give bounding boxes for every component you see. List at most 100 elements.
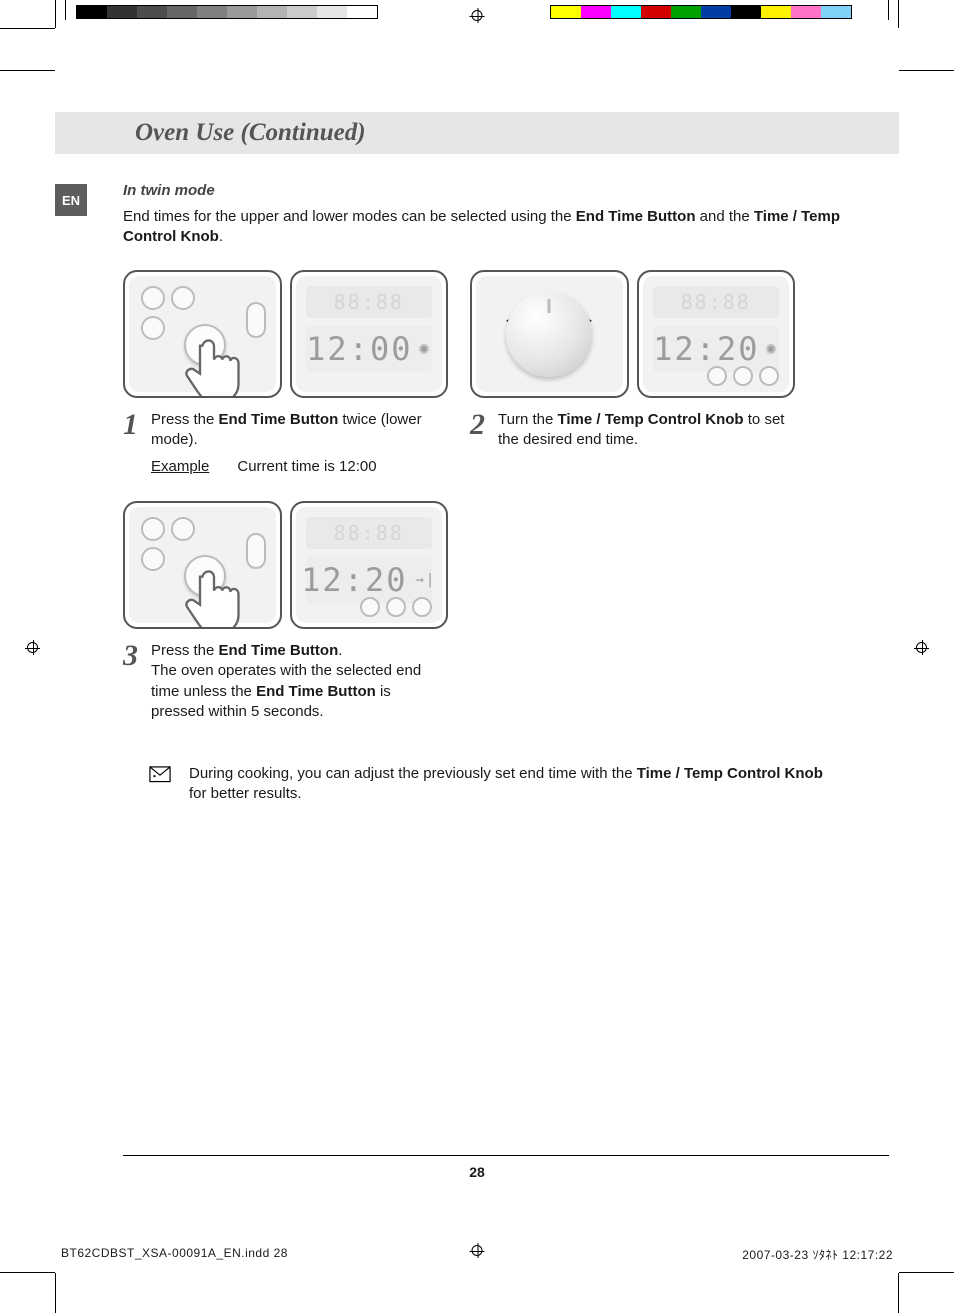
display-secondary: 88:88	[653, 286, 780, 318]
crop-mark	[898, 1273, 899, 1313]
step-number: 1	[123, 410, 151, 451]
press-button-illustration: →|	[123, 270, 282, 398]
swatch	[551, 6, 581, 18]
display-value: 12:20	[653, 330, 759, 368]
crop-mark	[899, 1272, 954, 1273]
print-timestamp: 2007-03-23 ｿﾀﾈﾄ 12:17:22	[742, 1246, 893, 1264]
step-2-desc: 2 Turn the Time / Temp Control Knob to s…	[470, 410, 795, 451]
note: During cooking, you can adjust the previ…	[149, 764, 829, 805]
text: Press the	[151, 642, 219, 659]
steps-row-1: →| 88:88 12:00✺ 1	[123, 270, 889, 476]
swatch	[611, 6, 641, 18]
swatch	[317, 6, 347, 18]
step-1: →| 88:88 12:00✺ 1	[123, 270, 448, 476]
bold-term: End Time Button	[219, 642, 339, 659]
blink-icon: ✺	[418, 338, 431, 359]
press-button-illustration: →|	[123, 501, 282, 629]
step-2-illustrations: 88:88 12:20 ✺	[470, 270, 795, 398]
note-text: During cooking, you can adjust the previ…	[189, 764, 829, 805]
panel-button-icon	[360, 597, 380, 617]
page-number: 28	[55, 1164, 899, 1180]
swatch	[641, 6, 671, 18]
registration-mark-left	[25, 640, 40, 655]
step-1-example: ExampleCurrent time is 12:00	[151, 458, 448, 475]
step-3-desc: 3 Press the End Time Button. The oven op…	[123, 641, 448, 722]
step-number: 2	[470, 410, 498, 451]
step-number: 3	[123, 641, 151, 722]
language-tab: EN	[55, 184, 87, 216]
text: During cooking, you can adjust the previ…	[189, 765, 637, 782]
text: End times for the upper and lower modes …	[123, 208, 576, 225]
crop-mark	[899, 70, 954, 71]
blink-icon: ✺	[765, 338, 778, 359]
swatch	[671, 6, 701, 18]
crop-mark	[55, 1273, 56, 1313]
swatch	[257, 6, 287, 18]
swatch	[227, 6, 257, 18]
hand-press-icon	[179, 334, 249, 398]
step-3: →| 88:88 12:20 →|	[123, 501, 448, 722]
step-text: Turn the Time / Temp Control Knob to set…	[498, 410, 795, 451]
crop-mark	[0, 70, 55, 71]
registration-mark-right	[914, 640, 929, 655]
bold-term: Time / Temp Control Knob	[637, 765, 823, 782]
panel-button-icon	[171, 286, 195, 310]
swatch	[821, 6, 851, 18]
crop-mark	[0, 28, 55, 29]
step-1-desc: 1 Press the End Time Button twice (lower…	[123, 410, 448, 451]
crop-mark	[55, 0, 56, 28]
crop-mark	[0, 1272, 55, 1273]
swatch	[197, 6, 227, 18]
end-time-icon: →|	[415, 572, 436, 588]
printer-marks	[0, 5, 954, 19]
color-swatch-bar	[550, 5, 852, 19]
control-knob-icon	[506, 291, 592, 377]
display-primary: 12:00✺	[306, 326, 433, 372]
panel-button-icon	[141, 517, 165, 541]
panel-button-icon	[141, 286, 165, 310]
example-label: Example	[151, 458, 209, 475]
registration-mark-top	[470, 8, 485, 23]
swatch	[347, 6, 377, 18]
swatch	[107, 6, 137, 18]
swatch	[77, 6, 107, 18]
text: Turn the	[498, 411, 557, 428]
knob-illustration	[470, 270, 629, 398]
crop-tick	[65, 0, 66, 20]
steps-row-2: →| 88:88 12:20 →|	[123, 501, 889, 722]
step-1-illustrations: →| 88:88 12:00✺	[123, 270, 448, 398]
text: Press the	[151, 411, 219, 428]
step-3-illustrations: →| 88:88 12:20 →|	[123, 501, 448, 629]
swatch	[581, 6, 611, 18]
swatch	[167, 6, 197, 18]
crop-tick	[888, 0, 889, 20]
subheading: In twin mode	[123, 182, 889, 199]
text: and the	[696, 208, 754, 225]
page-body: Oven Use (Continued) EN In twin mode End…	[55, 70, 899, 1268]
display-secondary: 88:88	[306, 517, 433, 549]
display-illustration: 88:88 12:20 ✺	[637, 270, 796, 398]
display-value: 12:20	[301, 561, 407, 599]
page-footer-rule	[123, 1155, 889, 1156]
panel-button-icon	[707, 366, 727, 386]
source-file: BT62CDBST_XSA-00091A_EN.indd 28	[61, 1246, 288, 1264]
panel-button-icon	[733, 366, 753, 386]
step-text: Press the End Time Button twice (lower m…	[151, 410, 448, 451]
display-illustration: 88:88 12:00✺	[290, 270, 449, 398]
registration-mark-bottom	[470, 1243, 485, 1258]
text: .	[338, 642, 342, 659]
section-title-bar: Oven Use (Continued)	[55, 112, 899, 154]
grayscale-swatch-bar	[76, 5, 378, 19]
display-illustration: 88:88 12:20 →|	[290, 501, 449, 629]
panel-button-icon	[759, 366, 779, 386]
panel-button-icon	[386, 597, 406, 617]
panel-button-icon	[141, 547, 165, 571]
step-text: Press the End Time Button. The oven oper…	[151, 641, 448, 722]
swatch	[137, 6, 167, 18]
section-title: Oven Use (Continued)	[55, 119, 366, 147]
swatch	[791, 6, 821, 18]
text: for better results.	[189, 785, 302, 802]
content-column: In twin mode End times for the upper and…	[123, 182, 889, 805]
swatch	[731, 6, 761, 18]
swatch	[701, 6, 731, 18]
